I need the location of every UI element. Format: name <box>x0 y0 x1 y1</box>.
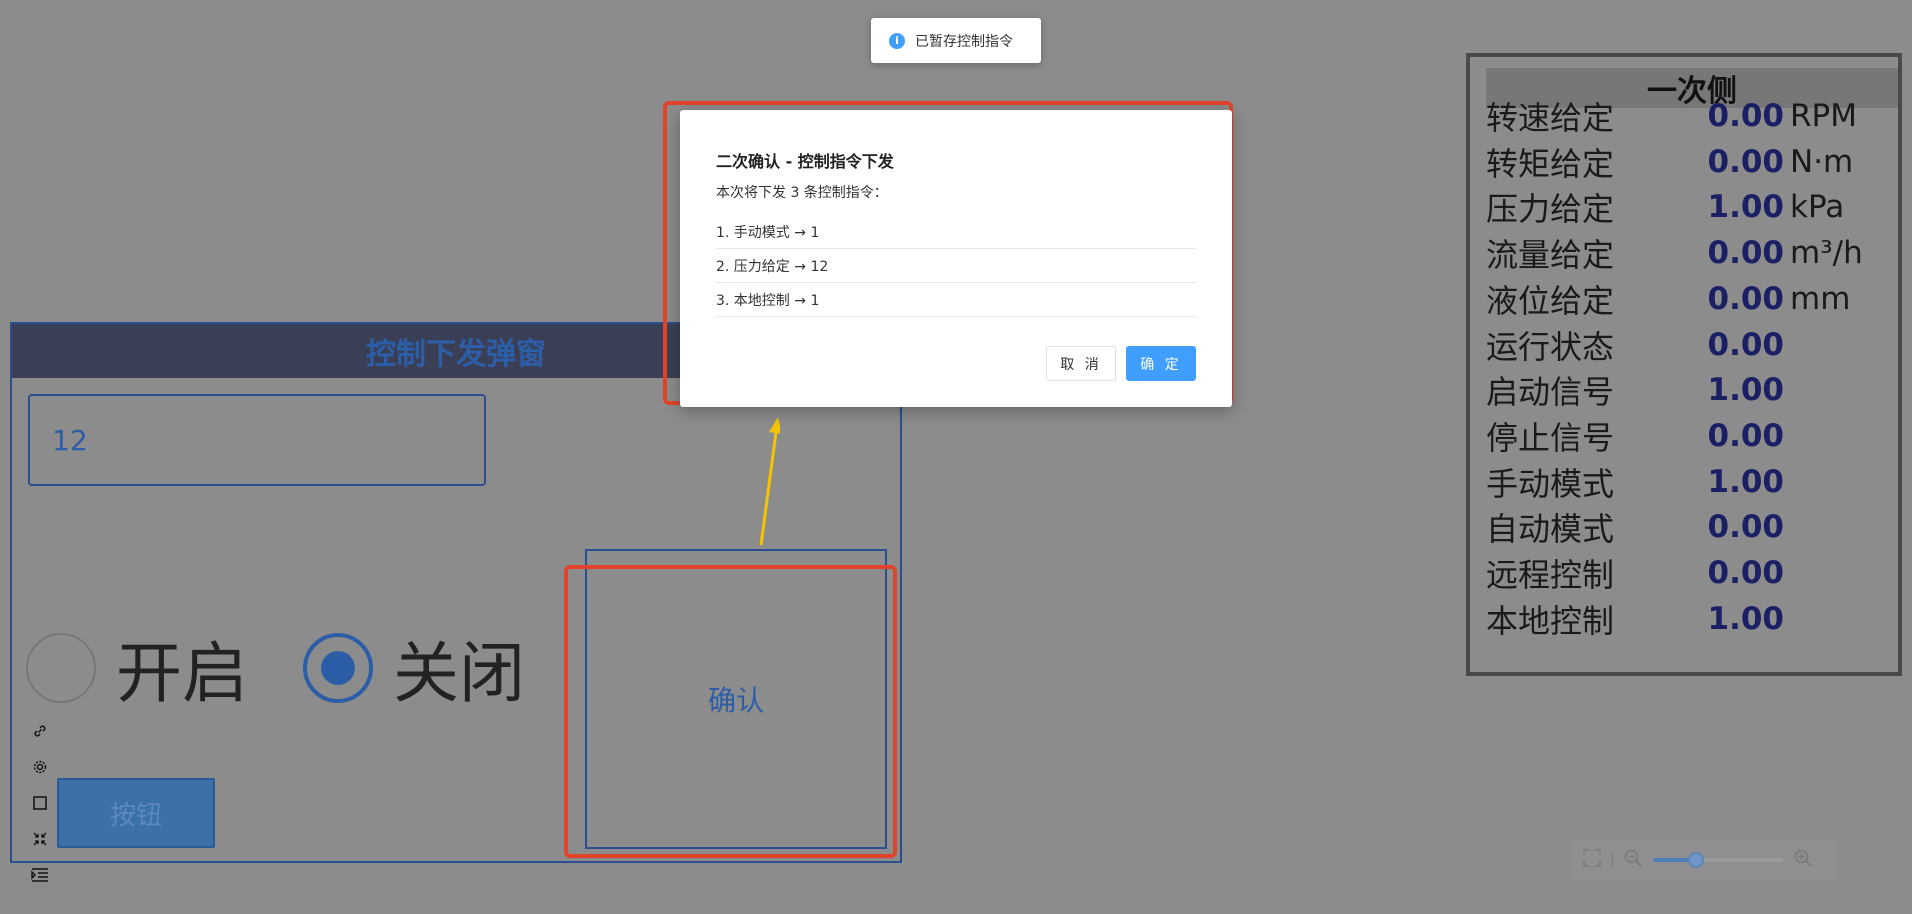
generic-button[interactable]: 按钮 <box>57 778 215 848</box>
parameter-unit: mm <box>1790 280 1851 317</box>
parameter-label: 流量给定 <box>1486 236 1615 275</box>
value-input[interactable]: 12 <box>28 394 486 486</box>
parameter-label: 本地控制 <box>1486 601 1615 640</box>
zoom-toolbar <box>1572 839 1836 881</box>
dialog-command-item: 3. 本地控制 → 1 <box>716 283 1196 317</box>
parameter-panel: 一次侧 转速给定 0.00 RPM 转矩给定 0.00 N·m 压力给定 1.00 kPa 流量给… <box>1466 53 1902 676</box>
zoom-out-icon[interactable] <box>1623 848 1643 872</box>
zoom-slider[interactable] <box>1653 852 1783 868</box>
parameter-row: 液位给定 0.00 mm <box>1486 277 1896 321</box>
parameter-row: 运行状态 0.00 <box>1486 323 1896 367</box>
radio-on-circle[interactable] <box>26 633 96 703</box>
parameter-row: 远程控制 0.00 <box>1486 551 1896 595</box>
parameter-value: 0.00 <box>1707 509 1785 546</box>
highlight-frame-confirm <box>564 565 897 858</box>
square-icon[interactable] <box>29 792 51 814</box>
dialog-command-list: 1. 手动模式 → 1 2. 压力给定 → 12 3. 本地控制 → 1 <box>716 215 1196 317</box>
parameter-unit: RPM <box>1790 98 1857 134</box>
confirm-dialog: 二次确认 - 控制指令下发 本次将下发 3 条控制指令： 1. 手动模式 → 1… <box>680 110 1232 407</box>
parameter-row: 转矩给定 0.00 N·m <box>1486 140 1896 184</box>
zoom-divider <box>1612 851 1613 869</box>
zoom-in-icon[interactable] <box>1793 848 1813 872</box>
radio-off-circle[interactable] <box>303 633 373 703</box>
toast-text: 已暂存控制指令 <box>915 33 1013 50</box>
fullscreen-icon[interactable] <box>1582 848 1602 872</box>
parameter-value: 1.00 <box>1707 189 1785 226</box>
parameter-value: 0.00 <box>1707 326 1785 363</box>
parameter-label: 自动模式 <box>1486 510 1615 549</box>
gear-icon[interactable] <box>29 756 51 778</box>
parameter-label: 远程控制 <box>1486 556 1615 594</box>
zoom-slider-handle[interactable] <box>1687 852 1704 868</box>
parameter-label: 转速给定 <box>1486 99 1615 137</box>
link-icon[interactable] <box>29 720 51 742</box>
parameter-label: 停止信号 <box>1486 418 1615 457</box>
parameter-label: 转矩给定 <box>1486 144 1615 183</box>
parameter-label: 手动模式 <box>1486 464 1615 503</box>
outline-icon[interactable] <box>29 864 51 886</box>
dialog-title: 二次确认 - 控制指令下发 <box>716 152 894 171</box>
ok-button[interactable]: 确 定 <box>1126 346 1196 381</box>
parameter-label: 液位给定 <box>1486 281 1615 320</box>
parameter-row: 自动模式 0.00 <box>1486 505 1896 549</box>
parameter-row: 本地控制 1.00 <box>1486 597 1896 641</box>
parameter-unit: kPa <box>1790 189 1845 226</box>
radio-option-off[interactable]: 关闭 <box>303 620 525 716</box>
dialog-command-item: 2. 压力给定 → 12 <box>716 249 1196 283</box>
parameter-value: 0.00 <box>1707 555 1785 591</box>
parameter-value: 1.00 <box>1707 372 1785 409</box>
parameter-unit: N·m <box>1790 143 1854 180</box>
parameter-row: 压力给定 1.00 kPa <box>1486 185 1896 229</box>
parameter-row: 停止信号 0.00 <box>1486 414 1896 458</box>
parameter-value: 0.00 <box>1707 417 1785 454</box>
parameter-label: 启动信号 <box>1486 373 1615 412</box>
parameter-value: 0.00 <box>1707 143 1785 180</box>
parameter-row: 手动模式 1.00 <box>1486 460 1896 504</box>
parameter-row: 流量给定 0.00 m³/h <box>1486 231 1896 275</box>
side-toolbar <box>28 720 52 886</box>
parameter-value: 0.00 <box>1707 280 1785 317</box>
cancel-button[interactable]: 取 消 <box>1046 346 1116 381</box>
radio-on-label: 开启 <box>116 635 248 712</box>
parameter-value: 1.00 <box>1707 463 1785 500</box>
dialog-command-item: 1. 手动模式 → 1 <box>716 215 1196 249</box>
parameter-row: 启动信号 1.00 <box>1486 368 1896 412</box>
parameter-label: 运行状态 <box>1486 327 1615 366</box>
radio-off-label: 关闭 <box>393 635 525 712</box>
parameter-label: 压力给定 <box>1486 190 1615 229</box>
parameter-value: 1.00 <box>1707 600 1785 637</box>
radio-option-on[interactable]: 开启 <box>26 620 248 716</box>
info-icon: i <box>889 32 905 49</box>
parameter-unit: m³/h <box>1790 235 1863 272</box>
dialog-description: 本次将下发 3 条控制指令： <box>716 185 888 201</box>
parameter-row: 转速给定 0.00 RPM <box>1486 94 1896 138</box>
toast-message: i 已暂存控制指令 <box>871 18 1041 63</box>
annotation-arrow <box>759 417 780 546</box>
parameter-value: 0.00 <box>1707 235 1785 272</box>
compress-icon[interactable] <box>29 828 51 850</box>
parameter-value: 0.00 <box>1707 98 1785 134</box>
